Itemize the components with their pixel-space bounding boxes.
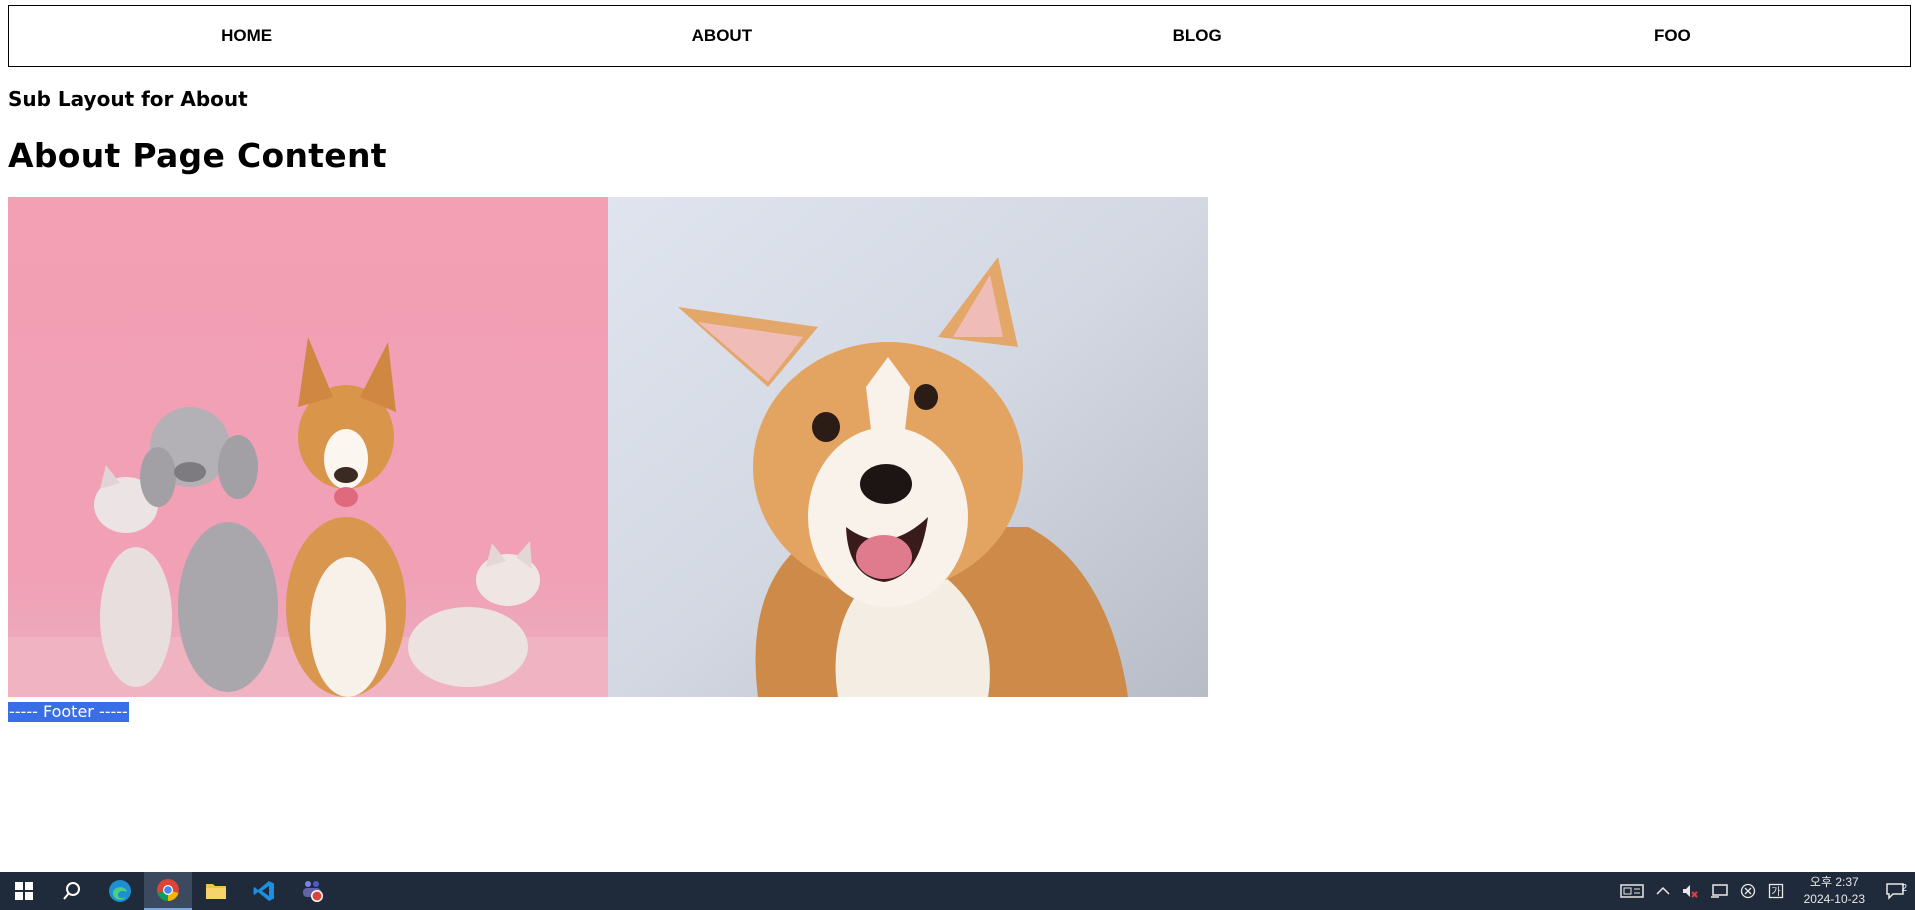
notification-count-badge: 2 <box>1901 883 1907 894</box>
clock-date: 2024-10-23 <box>1803 892 1865 906</box>
sub-layout-title: Sub Layout for About <box>8 87 248 111</box>
cats-and-dogs-image <box>8 197 608 697</box>
windows-start-icon[interactable] <box>0 872 48 910</box>
edge-icon[interactable] <box>96 872 144 910</box>
clock-time: 오후 2:37 <box>1809 875 1859 889</box>
system-tray: 가 오후 2:37 2024-10-23 2 <box>1614 872 1915 910</box>
status-x-icon[interactable] <box>1734 883 1762 899</box>
nav-link-home[interactable]: HOME <box>9 26 484 46</box>
vscode-icon[interactable] <box>240 872 288 910</box>
volume-muted-icon[interactable] <box>1676 883 1704 899</box>
taskbar: 가 오후 2:37 2024-10-23 2 <box>0 872 1915 910</box>
page-title: About Page Content <box>8 136 387 175</box>
file-explorer-icon[interactable] <box>192 872 240 910</box>
network-icon[interactable] <box>1704 883 1734 899</box>
top-nav: HOME ABOUT BLOG FOO <box>8 5 1911 67</box>
svg-text:가: 가 <box>1771 886 1780 898</box>
chevron-up-icon[interactable] <box>1650 886 1676 896</box>
footer: ----- Footer ----- <box>8 702 129 722</box>
search-icon[interactable] <box>48 872 96 910</box>
clock[interactable]: 오후 2:37 2024-10-23 <box>1790 874 1879 908</box>
chrome-icon[interactable] <box>144 872 192 910</box>
nav-link-about[interactable]: ABOUT <box>484 26 959 46</box>
corgi-image <box>608 197 1208 697</box>
keyboard-layout-icon[interactable] <box>1614 883 1650 899</box>
nav-link-blog[interactable]: BLOG <box>960 26 1435 46</box>
notification-center-icon[interactable]: 2 <box>1879 882 1915 900</box>
nav-link-foo[interactable]: FOO <box>1435 26 1910 46</box>
ime-hangul-icon[interactable]: 가 <box>1762 883 1790 899</box>
teams-icon[interactable] <box>288 872 336 910</box>
